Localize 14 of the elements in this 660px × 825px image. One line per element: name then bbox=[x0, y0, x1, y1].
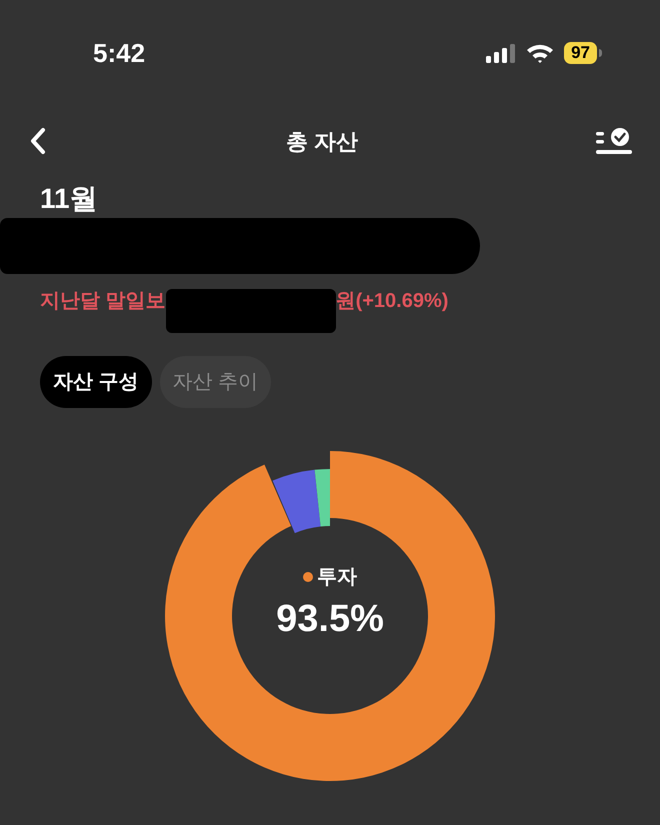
battery-level: 97 bbox=[564, 42, 597, 64]
slice-label: 투자 bbox=[317, 565, 357, 590]
month-heading: 11월 bbox=[40, 182, 98, 216]
wifi-icon bbox=[526, 43, 554, 63]
page-title: 총 자산 bbox=[286, 128, 358, 156]
change-text: 원(+10.69%) bbox=[336, 289, 448, 314]
battery-tip-icon bbox=[599, 49, 602, 57]
signal-icon bbox=[486, 43, 516, 63]
change-text: 지난달 말일보 bbox=[40, 289, 166, 314]
back-icon[interactable] bbox=[28, 127, 48, 155]
status-time: 5:42 bbox=[93, 38, 146, 68]
list-check-icon[interactable] bbox=[596, 127, 632, 155]
tab[interactable]: 자산 구성 bbox=[40, 356, 152, 408]
slice-percent: 93.5% bbox=[276, 597, 384, 642]
